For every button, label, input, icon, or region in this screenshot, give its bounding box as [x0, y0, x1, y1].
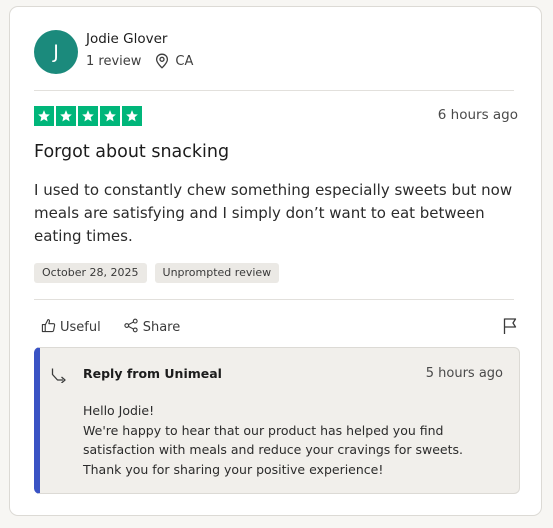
star-icon — [122, 106, 142, 126]
reply-arrow-icon — [51, 367, 69, 384]
avatar[interactable]: J — [34, 30, 78, 74]
star-icon — [100, 106, 120, 126]
review-body: I used to constantly chew something espe… — [34, 181, 513, 245]
location-pin-icon — [155, 53, 169, 69]
divider — [34, 90, 514, 91]
divider — [34, 299, 514, 300]
review-card: J Jodie Glover 1 review CA 6 hours ago F… — [9, 6, 542, 516]
review-time: 6 hours ago — [437, 107, 518, 123]
reply-line: satisfaction with meals and reduce your … — [83, 442, 463, 458]
report-flag-icon[interactable] — [502, 317, 518, 335]
share-label: Share — [142, 320, 181, 335]
review-type-badge[interactable]: Unprompted review — [154, 263, 280, 283]
reply-line: We're happy to hear that our product has… — [83, 422, 444, 438]
share-icon — [123, 318, 139, 337]
reviewer-meta: 1 review CA — [86, 53, 193, 69]
useful-button[interactable]: Useful — [41, 318, 101, 337]
review-count: 1 review — [86, 53, 142, 69]
reviewer-name[interactable]: Jodie Glover — [86, 31, 167, 47]
company-reply: Reply from Unimeal 5 hours ago Hello Jod… — [34, 347, 520, 494]
share-button[interactable]: Share — [123, 318, 181, 337]
star-icon — [56, 106, 76, 126]
useful-label: Useful — [60, 320, 101, 335]
review-actions: Useful Share — [41, 318, 180, 337]
review-title: Forgot about snacking — [34, 142, 230, 162]
star-icon — [78, 106, 98, 126]
reviewer-location: CA — [175, 53, 194, 69]
reply-line: Thank you for sharing your positive expe… — [83, 461, 384, 477]
reply-text: Hello Jodie! We're happy to hear that ou… — [83, 401, 463, 479]
date-badge: October 28, 2025 — [34, 263, 147, 283]
reply-line: Hello Jodie! — [83, 403, 155, 418]
star-icon — [34, 106, 54, 126]
reply-time: 5 hours ago — [425, 366, 503, 381]
thumbs-up-icon — [41, 318, 56, 337]
review-chips: October 28, 2025 Unprompted review — [34, 263, 280, 283]
star-rating — [34, 106, 142, 126]
reply-author: Reply from Unimeal — [83, 366, 222, 381]
